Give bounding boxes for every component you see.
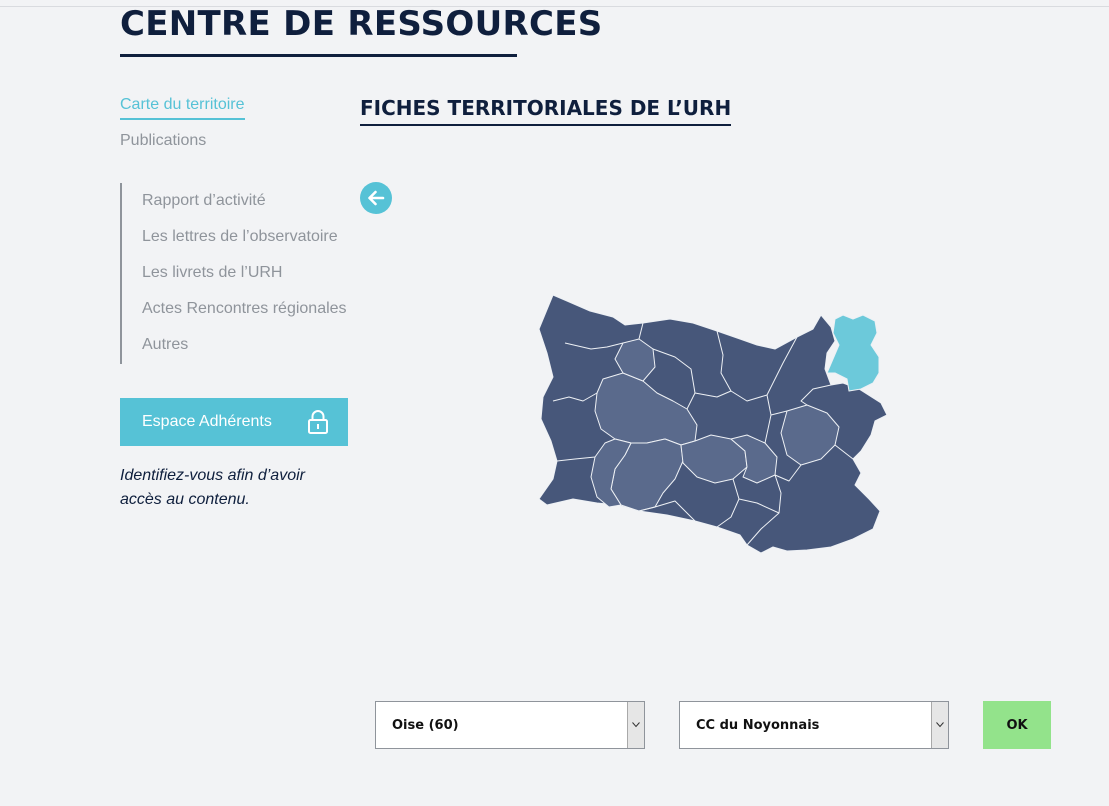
page-title: CENTRE DE RESSOURCES (120, 4, 603, 44)
territory-map (535, 293, 895, 568)
chevron-down-icon (936, 722, 944, 728)
login-note: Identifiez-vous afin d’avoir accès au co… (120, 467, 305, 508)
subnav-livrets-urh[interactable]: Les livrets de l’URH (142, 264, 282, 282)
department-select-value: Oise (60) (392, 718, 459, 733)
espace-adherents-button[interactable]: Espace Adhérents (120, 398, 348, 446)
community-select-value: CC du Noyonnais (696, 718, 820, 733)
map-region-highlighted[interactable] (826, 314, 880, 392)
publications-subnav: Rapport d’activité Les lettres de l’obse… (120, 183, 347, 364)
subnav-actes-rencontres[interactable]: Actes Rencontres régionales (142, 300, 347, 318)
subnav-lettres-observatoire[interactable]: Les lettres de l’observatoire (142, 228, 338, 246)
section-title: FICHES TERRITORIALES DE L’URH (360, 96, 732, 126)
department-select-arrow[interactable] (627, 702, 644, 748)
nav-publications[interactable]: Publications (120, 132, 206, 150)
espace-adherents-label: Espace Adhérents (142, 413, 272, 430)
page-title-underline (120, 54, 517, 57)
department-select[interactable]: Oise (60) (375, 701, 645, 749)
lock-icon (307, 409, 329, 440)
subnav-autres[interactable]: Autres (142, 336, 188, 354)
back-button[interactable] (360, 182, 392, 214)
community-select[interactable]: CC du Noyonnais (679, 701, 949, 749)
community-select-arrow[interactable] (931, 702, 948, 748)
nav-carte-du-territoire[interactable]: Carte du territoire (120, 96, 245, 120)
subnav-rapport-activite[interactable]: Rapport d’activité (142, 192, 266, 210)
ok-button[interactable]: OK (983, 701, 1051, 749)
chevron-down-icon (632, 722, 640, 728)
